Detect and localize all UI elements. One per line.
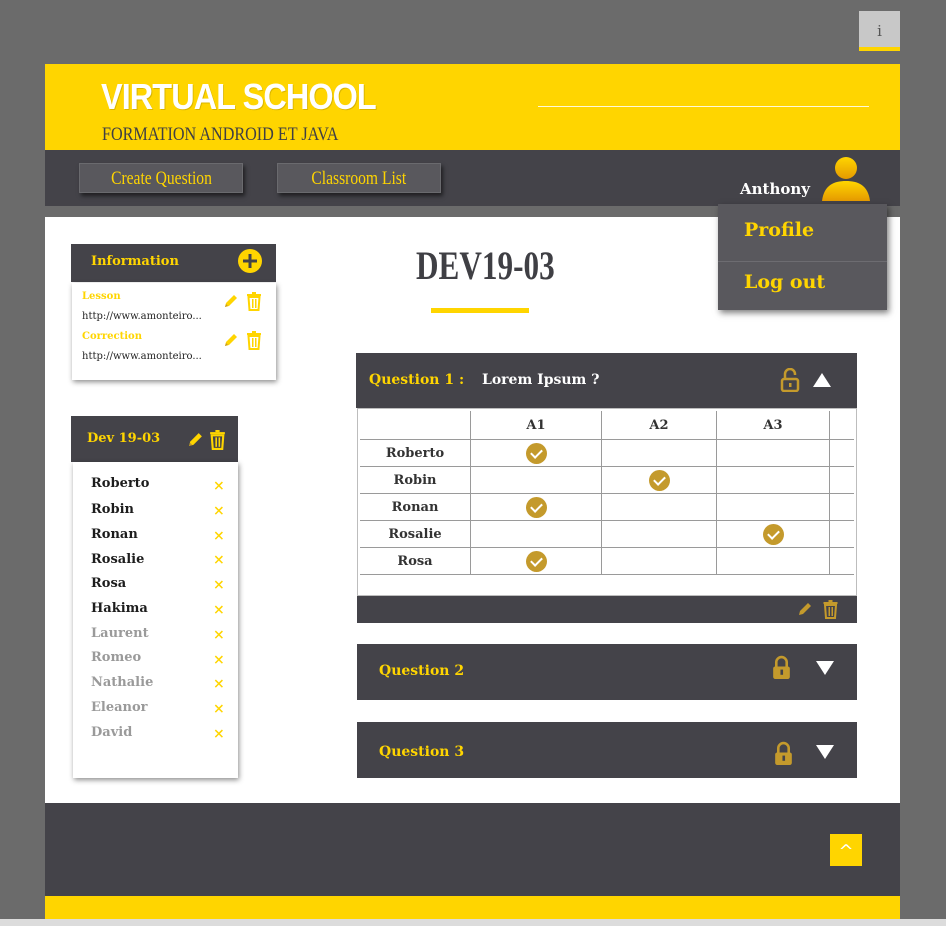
lock-icon[interactable] <box>773 741 794 766</box>
student-cell: Roberto <box>360 439 471 467</box>
answer-header: A1 <box>470 411 602 440</box>
table-row: Rosa <box>360 547 854 575</box>
edit-correction-icon[interactable] <box>223 332 239 348</box>
check-icon <box>648 469 670 491</box>
user-name[interactable]: Anthony <box>740 180 810 198</box>
question-2-label: Question 2 <box>379 663 465 679</box>
table-row: Rosalie <box>360 520 854 548</box>
collapse-arrow-icon[interactable] <box>812 372 832 388</box>
answers-panel: A1 A2 A3 Roberto Robin Ronan Rosalie Ros… <box>357 408 857 596</box>
question-2-header[interactable]: Question 2 <box>357 644 857 700</box>
student-cell: Rosa <box>360 547 471 575</box>
header-divider <box>538 106 869 107</box>
table-row: Ronan <box>360 493 854 521</box>
student-name: Eleanor <box>91 700 148 715</box>
answers-header-row: A1 A2 A3 <box>360 411 854 440</box>
information-card: Lesson http://www.amonteiro... Correctio… <box>72 283 276 380</box>
edit-lesson-icon[interactable] <box>223 293 239 309</box>
remove-student-icon[interactable]: × <box>213 627 225 643</box>
remove-student-icon[interactable]: × <box>213 552 225 568</box>
brand-title: VIRTUAL SCHOOL <box>101 76 377 117</box>
user-dropdown: Profile Log out <box>718 204 887 310</box>
classroom-list-button[interactable]: Classroom List <box>277 163 441 193</box>
add-icon[interactable] <box>237 248 263 274</box>
student-name: Romeo <box>91 650 142 665</box>
logout-menu-item[interactable]: Log out <box>718 256 887 308</box>
user-avatar-icon[interactable] <box>818 154 874 202</box>
student-cell: Robin <box>360 466 471 494</box>
student-name: Ronan <box>91 527 138 542</box>
answer-header: A2 <box>601 411 717 440</box>
table-row: Robin <box>360 466 854 494</box>
correction-url[interactable]: http://www.amonteiro... <box>82 351 202 362</box>
remove-student-icon[interactable]: × <box>213 602 225 618</box>
student-name: Robin <box>91 502 134 517</box>
question-1-header[interactable]: Question 1 : Lorem Ipsum ? <box>356 353 857 408</box>
table-row: Roberto <box>360 439 854 467</box>
question-3-label: Question 3 <box>379 744 465 760</box>
edit-class-icon[interactable] <box>187 431 204 448</box>
student-name: Roberto <box>91 476 150 491</box>
create-question-button[interactable]: Create Question <box>79 163 243 193</box>
student-name: David <box>91 725 133 740</box>
check-icon <box>525 496 547 518</box>
delete-correction-icon[interactable] <box>246 331 262 350</box>
remove-student-icon[interactable]: × <box>213 503 225 519</box>
student-cell: Rosalie <box>360 520 471 548</box>
question-3-header[interactable]: Question 3 <box>357 722 857 778</box>
brand-subtitle: FORMATION ANDROID ET JAVA <box>102 124 339 145</box>
remove-student-icon[interactable]: × <box>213 528 225 544</box>
profile-menu-item[interactable]: Profile <box>718 204 887 256</box>
student-name: Nathalie <box>91 675 154 690</box>
information-title: Information <box>91 254 179 269</box>
scroll-to-top-button[interactable]: ^ <box>830 834 862 866</box>
student-list: Roberto × Robin × Ronan × Rosalie × Rosa… <box>73 462 238 778</box>
lesson-label: Lesson <box>82 291 121 302</box>
remove-student-icon[interactable]: × <box>213 726 225 742</box>
footer <box>45 803 900 896</box>
delete-question-icon[interactable] <box>822 600 839 619</box>
student-name: Rosa <box>91 576 127 591</box>
footer-accent-bar <box>45 896 900 919</box>
question-1-label: Question 1 : <box>369 372 465 388</box>
check-icon <box>525 550 547 572</box>
check-icon <box>525 442 547 464</box>
class-title: Dev 19-03 <box>87 431 161 446</box>
answer-header: A3 <box>716 411 830 440</box>
lesson-url[interactable]: http://www.amonteiro... <box>82 311 202 322</box>
expand-arrow-icon[interactable] <box>815 744 835 760</box>
lock-icon[interactable] <box>771 655 792 680</box>
unlock-icon[interactable] <box>780 368 800 392</box>
page-title: DEV19-03 <box>416 243 555 288</box>
remove-student-icon[interactable]: × <box>213 478 225 494</box>
remove-student-icon[interactable]: × <box>213 652 225 668</box>
question-1-footer <box>357 596 857 623</box>
edit-question-icon[interactable] <box>797 601 813 617</box>
delete-lesson-icon[interactable] <box>246 292 262 311</box>
information-panel-header: Information <box>71 244 276 282</box>
correction-label: Correction <box>82 331 142 342</box>
question-1-text: Lorem Ipsum ? <box>482 372 600 388</box>
expand-arrow-icon[interactable] <box>815 660 835 676</box>
remove-student-icon[interactable]: × <box>213 701 225 717</box>
remove-student-icon[interactable]: × <box>213 577 225 593</box>
student-cell: Ronan <box>360 493 471 521</box>
student-name: Laurent <box>91 626 149 641</box>
info-button[interactable]: i <box>859 11 900 51</box>
bottom-strip <box>0 919 946 926</box>
delete-class-icon[interactable] <box>209 430 226 450</box>
student-name: Hakima <box>91 601 148 616</box>
student-name: Rosalie <box>91 552 145 567</box>
remove-student-icon[interactable]: × <box>213 676 225 692</box>
class-panel-header: Dev 19-03 <box>71 416 238 462</box>
title-underline <box>431 308 529 313</box>
answers-table: A1 A2 A3 Roberto Robin Ronan Rosalie Ros… <box>360 411 854 575</box>
check-icon <box>762 523 784 545</box>
